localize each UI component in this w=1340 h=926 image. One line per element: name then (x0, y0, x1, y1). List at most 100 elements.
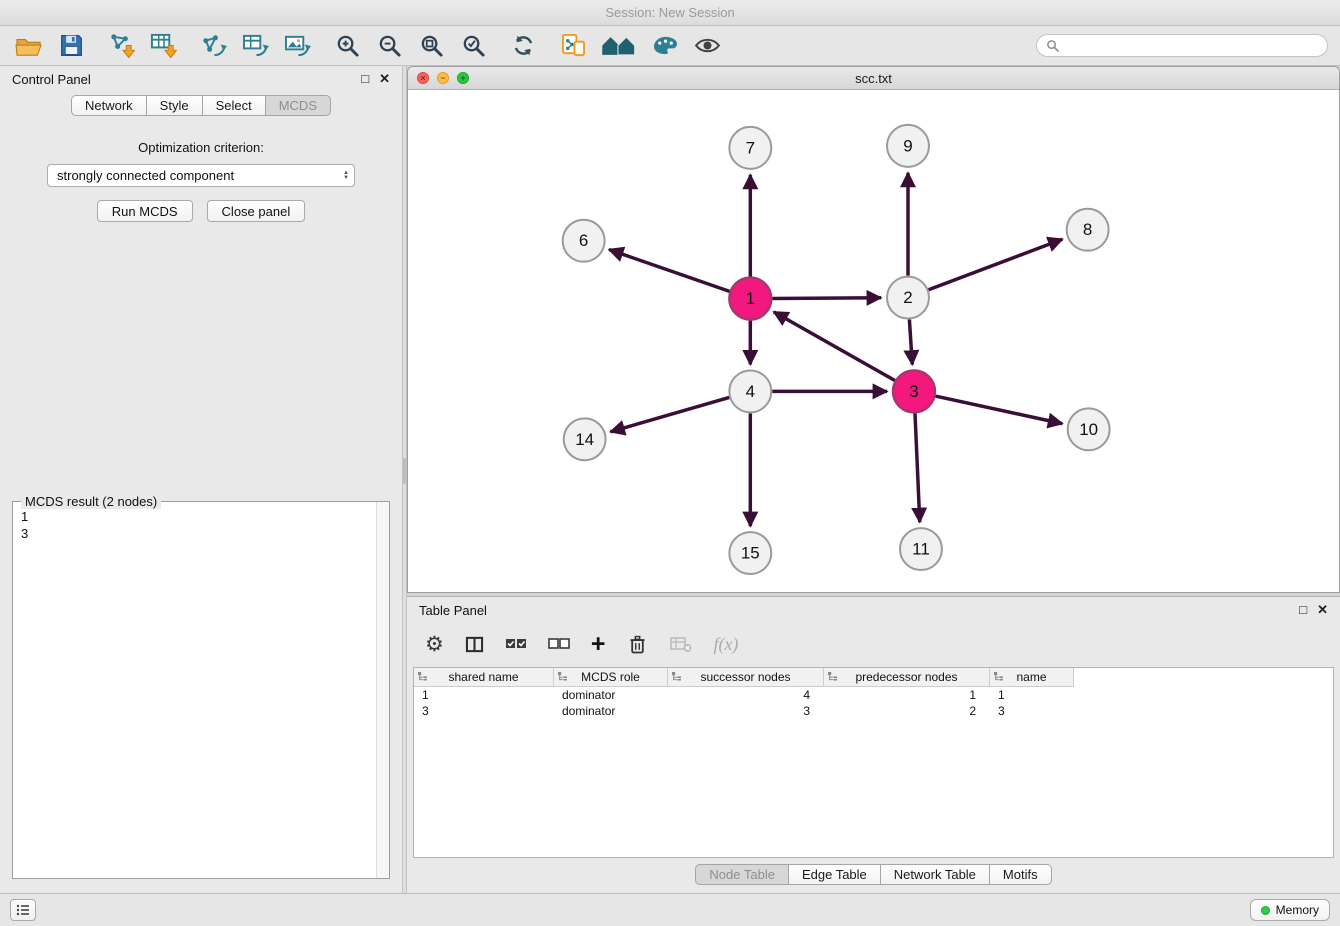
table-row[interactable]: 1dominator411 (414, 687, 1333, 703)
graph-edge[interactable] (610, 397, 729, 431)
table-panel-tabs: Node TableEdge TableNetwork TableMotifs (407, 864, 1340, 885)
mcds-result-line: 1 (21, 508, 381, 525)
hide-all-columns-button[interactable] (548, 629, 570, 659)
table-panel-close-icon[interactable]: ✕ (1317, 602, 1328, 618)
export-table-button[interactable] (238, 30, 272, 62)
graph-node-label: 2 (903, 288, 912, 307)
open-session-button[interactable] (12, 30, 46, 62)
table-cell[interactable]: 1 (824, 688, 990, 702)
network-snapshot-button[interactable] (556, 30, 590, 62)
delete-table-button[interactable] (670, 629, 692, 659)
graph-edge[interactable] (774, 312, 895, 381)
table-mode-button[interactable] (465, 629, 484, 659)
table-cell[interactable]: 3 (668, 704, 824, 718)
tab-motifs[interactable]: Motifs (989, 864, 1052, 885)
network-view-window: × − + scc.txt 79681243141015 (407, 66, 1340, 593)
table-cell[interactable]: 1 (414, 688, 554, 702)
control-panel-tabs: NetworkStyleSelectMCDS (0, 95, 402, 116)
graph-edge[interactable] (929, 239, 1063, 290)
tab-network[interactable]: Network (71, 95, 147, 116)
node-table: shared nameMCDS role successor nodes prede… (413, 667, 1334, 858)
table-row[interactable]: 3dominator323 (414, 703, 1333, 719)
zoom-in-button[interactable] (330, 30, 364, 62)
column-header-mcds-role[interactable]: MCDS role (554, 668, 668, 687)
search-input[interactable] (1065, 38, 1318, 53)
table-cell[interactable]: dominator (554, 688, 668, 702)
export-network-icon (200, 33, 227, 58)
dropdown-selected-value: strongly connected component (57, 168, 234, 183)
control-panel-float-icon[interactable]: □ (361, 71, 369, 87)
reset-view-button[interactable] (598, 30, 640, 62)
graph-edge[interactable] (772, 298, 881, 299)
zoom-selected-icon (461, 33, 486, 58)
column-header-predecessor-nodes[interactable]: predecessor nodes (824, 668, 990, 687)
zoom-selected-button[interactable] (456, 30, 490, 62)
graph-node-label: 6 (579, 231, 588, 250)
zoom-window-button[interactable]: + (457, 72, 469, 84)
zoom-out-button[interactable] (372, 30, 406, 62)
column-header-label: successor nodes (700, 670, 790, 684)
close-window-button[interactable]: × (417, 72, 429, 84)
tab-network-table[interactable]: Network Table (880, 864, 990, 885)
tab-select[interactable]: Select (202, 95, 266, 116)
table-cell[interactable]: dominator (554, 704, 668, 718)
graph-node-label: 15 (741, 544, 760, 563)
graph-edge[interactable] (915, 413, 920, 522)
run-mcds-button[interactable]: Run MCDS (97, 200, 193, 222)
import-table-button[interactable] (146, 30, 180, 62)
table-cell[interactable]: 3 (990, 704, 1074, 718)
table-panel: Table Panel □ ✕ ⚙ (407, 596, 1340, 893)
fx-icon: f(x) (713, 634, 738, 655)
status-bar: Memory (0, 893, 1340, 926)
delete-columns-button[interactable] (626, 629, 649, 659)
result-scrollbar[interactable] (376, 502, 389, 878)
export-image-button[interactable] (280, 30, 314, 62)
clipboard-network-icon (560, 33, 587, 58)
column-settings-button[interactable]: ⚙ (425, 629, 444, 659)
network-graph: 7968124314101511 (408, 90, 1339, 592)
table-panel-float-icon[interactable]: □ (1299, 602, 1307, 618)
table-header-row: shared nameMCDS role successor nodes prede… (414, 668, 1333, 687)
control-panel-close-icon[interactable]: ✕ (379, 71, 390, 87)
save-session-button[interactable] (54, 30, 88, 62)
export-network-button[interactable] (196, 30, 230, 62)
task-history-button[interactable] (10, 899, 36, 921)
import-network-icon (108, 32, 135, 59)
table-cell[interactable]: 2 (824, 704, 990, 718)
tab-style[interactable]: Style (146, 95, 203, 116)
export-table-icon (242, 33, 269, 58)
import-network-button[interactable] (104, 30, 138, 62)
column-header-name[interactable]: name (990, 668, 1074, 687)
column-header-successor-nodes[interactable]: successor nodes (668, 668, 824, 687)
search-box[interactable] (1036, 34, 1328, 57)
checked-boxes-icon (505, 636, 527, 652)
graph-edge[interactable] (909, 320, 912, 365)
table-empty-area (414, 719, 1333, 857)
refresh-layout-button[interactable] (506, 30, 540, 62)
minimize-window-button[interactable]: − (437, 72, 449, 84)
function-builder-button[interactable]: f(x) (713, 629, 738, 659)
graph-node-label: 1 (746, 289, 755, 308)
graph-edge[interactable] (609, 250, 729, 292)
show-graphics-details-button[interactable] (690, 30, 724, 62)
tab-mcds[interactable]: MCDS (265, 95, 331, 116)
graph-node-label: 3 (909, 382, 918, 401)
panel-splitter[interactable] (402, 66, 407, 893)
window-titlebar[interactable]: Session: New Session (0, 0, 1340, 26)
memory-button[interactable]: Memory (1250, 899, 1330, 921)
show-all-columns-button[interactable] (505, 629, 527, 659)
network-window-titlebar[interactable]: × − + scc.txt (408, 67, 1339, 90)
column-header-shared-name[interactable]: shared name (414, 668, 554, 687)
table-cell[interactable]: 4 (668, 688, 824, 702)
apply-style-button[interactable] (648, 30, 682, 62)
tab-edge-table[interactable]: Edge Table (788, 864, 881, 885)
close-panel-button[interactable]: Close panel (207, 200, 306, 222)
network-canvas[interactable]: 7968124314101511 (408, 90, 1339, 592)
graph-edge[interactable] (935, 396, 1062, 424)
zoom-fit-button[interactable] (414, 30, 448, 62)
table-cell[interactable]: 1 (990, 688, 1074, 702)
create-column-button[interactable]: + (591, 629, 606, 659)
optimization-criterion-select[interactable]: strongly connected component ▲ ▼ (47, 164, 355, 187)
table-cell[interactable]: 3 (414, 704, 554, 718)
tab-node-table[interactable]: Node Table (695, 864, 789, 885)
